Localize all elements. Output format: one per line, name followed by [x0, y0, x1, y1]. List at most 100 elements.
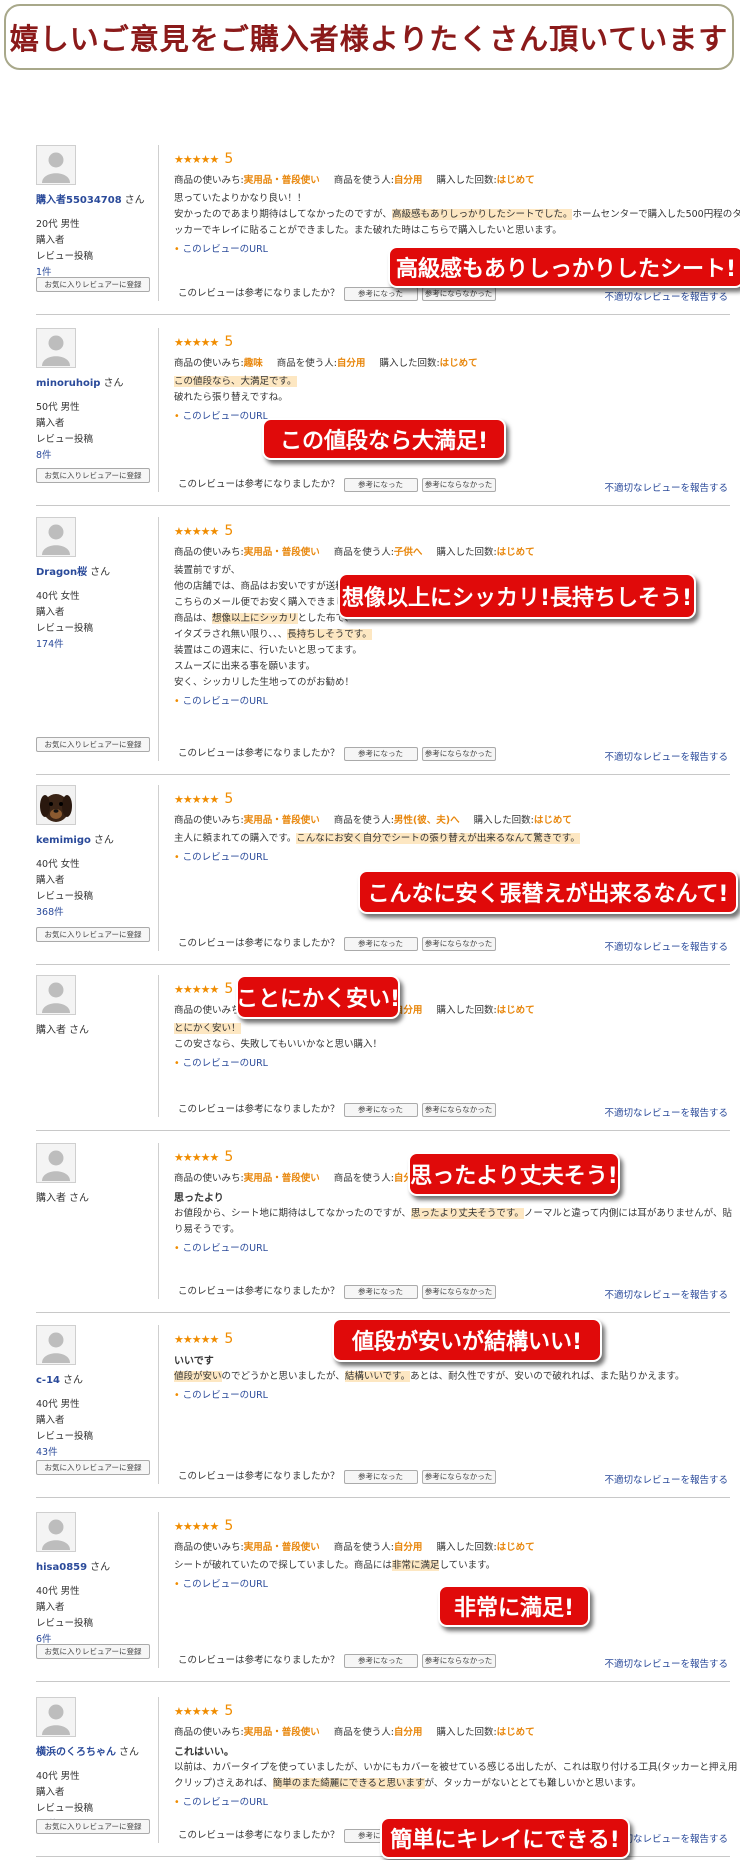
avatar[interactable] [36, 1325, 76, 1365]
review-url-link[interactable]: • このレビューのURL [174, 1055, 268, 1069]
report-review-link[interactable]: 不適切なレビューを報告する [604, 480, 728, 494]
times-label: 購入した回数: [436, 547, 497, 558]
review-url-label[interactable]: このレビューのURL [183, 1058, 268, 1069]
column-divider [158, 145, 159, 301]
reviewer-name[interactable]: 横浜のくろちゃん さん [36, 1743, 139, 1758]
helpful-no-button[interactable]: 参考にならなかった [421, 1284, 496, 1299]
bullet-icon: • [174, 1797, 183, 1808]
review-url-link[interactable]: • このレビューのURL [174, 1240, 268, 1254]
review-url-link[interactable]: • このレビューのURL [174, 693, 268, 707]
usage-value: 実用品・普段使い [243, 1542, 320, 1553]
usage-label: 商品の使いみち: [174, 1005, 244, 1016]
bullet-icon: • [174, 1058, 183, 1069]
helpful-yes-button[interactable]: 参考になった [343, 286, 418, 301]
review-count-link[interactable]: 174件 [36, 637, 93, 653]
helpful-yes-button[interactable]: 参考になった [343, 477, 418, 492]
review-text: お値段から、シート地に期待はしてなかったのですが、 [174, 1208, 412, 1219]
review-count-link[interactable]: 368件 [36, 905, 93, 921]
report-review-link[interactable]: 不適切なレビューを報告する [604, 749, 728, 763]
favorite-reviewer-button[interactable]: お気に入りレビュアーに登録 [36, 1460, 150, 1475]
reviewer-name-text[interactable]: minoruhoip [36, 378, 100, 389]
review-text: クリップ)さえあれば、 [174, 1778, 273, 1789]
reviewer-name-text[interactable]: c-14 [36, 1375, 60, 1386]
helpful-no-button[interactable]: 参考にならなかった [421, 1102, 496, 1117]
helpful-no-button[interactable]: 参考にならなかった [421, 477, 496, 492]
favorite-reviewer-button[interactable]: お気に入りレビュアーに登録 [36, 1819, 150, 1834]
review-url-link[interactable]: • このレビューのURL [174, 1387, 268, 1401]
helpful-yes-button[interactable]: 参考になった [343, 936, 418, 951]
report-review-link[interactable]: 不適切なレビューを報告する [604, 1472, 728, 1486]
favorite-reviewer-button[interactable]: お気に入りレビュアーに登録 [36, 468, 150, 483]
review-count-link[interactable]: 8件 [36, 448, 93, 464]
review-url-link[interactable]: • このレビューのURL [174, 408, 268, 422]
review-url-label[interactable]: このレビューのURL [183, 1579, 268, 1590]
helpful-yes-button[interactable]: 参考になった [343, 1469, 418, 1484]
helpful-yes-button[interactable]: 参考になった [343, 1284, 418, 1299]
star-icons: ★★★★★ [174, 983, 219, 996]
review-divider [36, 1681, 730, 1682]
report-review-link[interactable]: 不適切なレビューを報告する [604, 1656, 728, 1670]
review-url-label[interactable]: このレビューのURL [183, 1390, 268, 1401]
reviewer-name-text[interactable]: hisa0859 [36, 1562, 87, 1573]
reviewer-meta-line: 50代 男性 [36, 402, 80, 413]
review-count-link[interactable]: 43件 [36, 1445, 93, 1461]
rating-stars: ★★★★★ 5 [174, 1331, 233, 1347]
reviewer-name[interactable]: hisa0859 さん [36, 1558, 110, 1573]
review-item: hisa0859 さん 40代 男性 購入者 レビュー投稿 6件 お気に入りレビュアーに登録… [30, 1512, 730, 1682]
reviewer-name-text[interactable]: 横浜のくろちゃん [36, 1747, 116, 1758]
review-url-label[interactable]: このレビューのURL [183, 1797, 268, 1808]
helpful-no-button[interactable]: 参考にならなかった [421, 286, 496, 301]
review-url-label[interactable]: このレビューのURL [183, 1243, 268, 1254]
review-url-link[interactable]: • このレビューのURL [174, 849, 268, 863]
review-divider [36, 1497, 730, 1498]
avatar[interactable] [36, 785, 76, 825]
reviewer-name[interactable]: 購入者55034708 さん [36, 191, 145, 206]
helpful-yes-button[interactable]: 参考になった [343, 1653, 418, 1668]
favorite-reviewer-button[interactable]: お気に入りレビュアーに登録 [36, 927, 150, 942]
avatar[interactable] [36, 1143, 76, 1183]
highlighted-text: 値段が安い [174, 1371, 222, 1382]
helpful-no-button[interactable]: 参考にならなかった [421, 1469, 496, 1484]
helpful-no-button[interactable]: 参考にならなかった [421, 1653, 496, 1668]
reviewer-name-text[interactable]: kemimigo [36, 835, 91, 846]
favorite-reviewer-button[interactable]: お気に入りレビュアーに登録 [36, 737, 150, 752]
report-review-link[interactable]: 不適切なレビューを報告する [604, 289, 728, 303]
avatar[interactable] [36, 1697, 76, 1737]
avatar[interactable] [36, 145, 76, 185]
avatar[interactable] [36, 1512, 76, 1552]
reviewer-name[interactable]: kemimigo さん [36, 831, 114, 846]
times-value: はじめて [496, 1542, 535, 1553]
reviewer-name-text[interactable]: Dragon桜 [36, 567, 87, 578]
user-label: 商品を使う人: [333, 815, 394, 826]
review-url-label[interactable]: このレビューのURL [183, 411, 268, 422]
avatar[interactable] [36, 517, 76, 557]
highlighted-text: 結構いいです。 [344, 1371, 411, 1382]
helpful-no-button[interactable]: 参考にならなかった [421, 936, 496, 951]
review-url-link[interactable]: • このレビューのURL [174, 1576, 268, 1590]
helpful-no-button[interactable]: 参考にならなかった [421, 746, 496, 761]
report-review-link[interactable]: 不適切なレビューを報告する [604, 939, 728, 953]
reviewer-name[interactable]: Dragon桜 さん [36, 563, 110, 578]
report-review-link[interactable]: 不適切なレビューを報告する [604, 1105, 728, 1119]
helpful-yes-button[interactable]: 参考になった [343, 1102, 418, 1117]
reviewer-name[interactable]: minoruhoip さん [36, 374, 123, 389]
highlight-callout: この値段なら大満足! [262, 418, 506, 460]
review-url-label[interactable]: このレビューのURL [183, 244, 268, 255]
helpful-yes-button[interactable]: 参考になった [343, 746, 418, 761]
review-url-label[interactable]: このレビューのURL [183, 852, 268, 863]
favorite-reviewer-button[interactable]: お気に入りレビュアーに登録 [36, 277, 150, 292]
star-icons: ★★★★★ [174, 793, 219, 806]
review-url-link[interactable]: • このレビューのURL [174, 1794, 268, 1808]
report-review-link[interactable]: 不適切なレビューを報告する [604, 1287, 728, 1301]
review-url-link[interactable]: • このレビューのURL [174, 241, 268, 255]
review-url-label[interactable]: このレビューのURL [183, 696, 268, 707]
favorite-reviewer-button[interactable]: お気に入りレビュアーに登録 [36, 1644, 150, 1659]
review-text: しています。 [439, 1560, 496, 1571]
reviewer-name-text[interactable]: 購入者55034708 [36, 195, 122, 206]
avatar[interactable] [36, 328, 76, 368]
review-divider [36, 1130, 730, 1131]
avatar[interactable] [36, 975, 76, 1015]
usage-label: 商品の使いみち: [174, 1173, 244, 1184]
reviewer-name[interactable]: c-14 さん [36, 1371, 83, 1386]
highlight-callout: 高級感もありしっかりしたシート! [388, 246, 740, 288]
